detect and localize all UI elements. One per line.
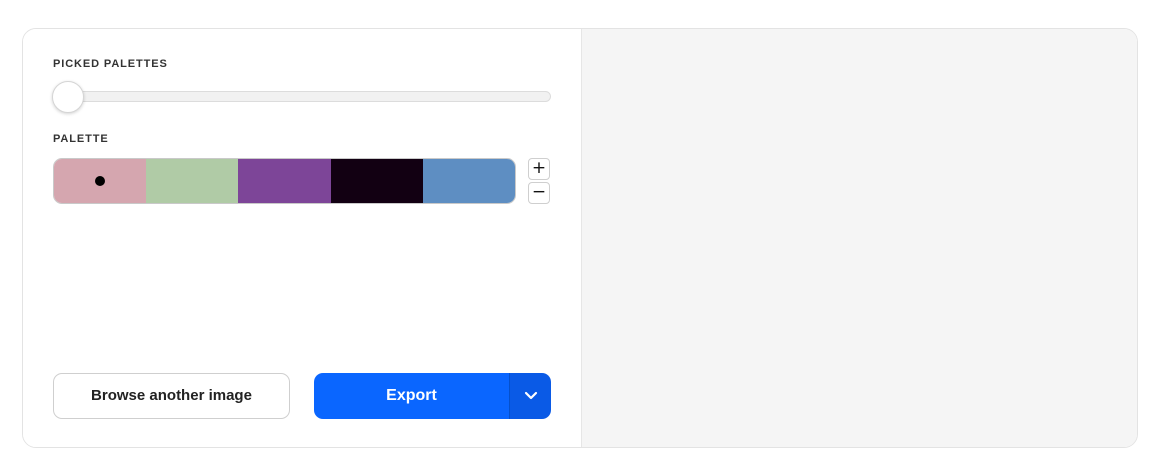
palette-swatch[interactable] — [238, 159, 331, 203]
color-count-stepper: + − — [528, 158, 550, 204]
remove-color-button[interactable]: − — [528, 182, 550, 204]
chevron-down-icon — [524, 391, 537, 400]
export-button[interactable]: Export — [314, 373, 509, 419]
palette-swatch[interactable] — [146, 159, 239, 203]
palette-label: PALETTE — [53, 133, 109, 145]
palette-slider-track[interactable] — [53, 91, 551, 102]
palette-slider-thumb[interactable] — [52, 81, 84, 113]
export-options-toggle[interactable] — [509, 373, 551, 419]
export-button-group: Export — [314, 373, 551, 419]
image-panel — [581, 29, 1137, 447]
palette-swatch[interactable] — [54, 159, 147, 203]
add-color-button[interactable]: + — [528, 158, 550, 180]
palette-swatch[interactable] — [422, 159, 515, 203]
controls-panel: PICKED PALETTES PALETTE + − Browse anoth… — [23, 29, 581, 447]
picked-palettes-label: PICKED PALETTES — [53, 58, 168, 70]
selected-swatch-indicator — [95, 176, 106, 186]
palette-card: PICKED PALETTES PALETTE + − Browse anoth… — [22, 28, 1138, 448]
palette-swatch[interactable] — [330, 159, 423, 203]
browse-another-image-button[interactable]: Browse another image — [53, 373, 290, 419]
palette-strip — [53, 158, 516, 204]
